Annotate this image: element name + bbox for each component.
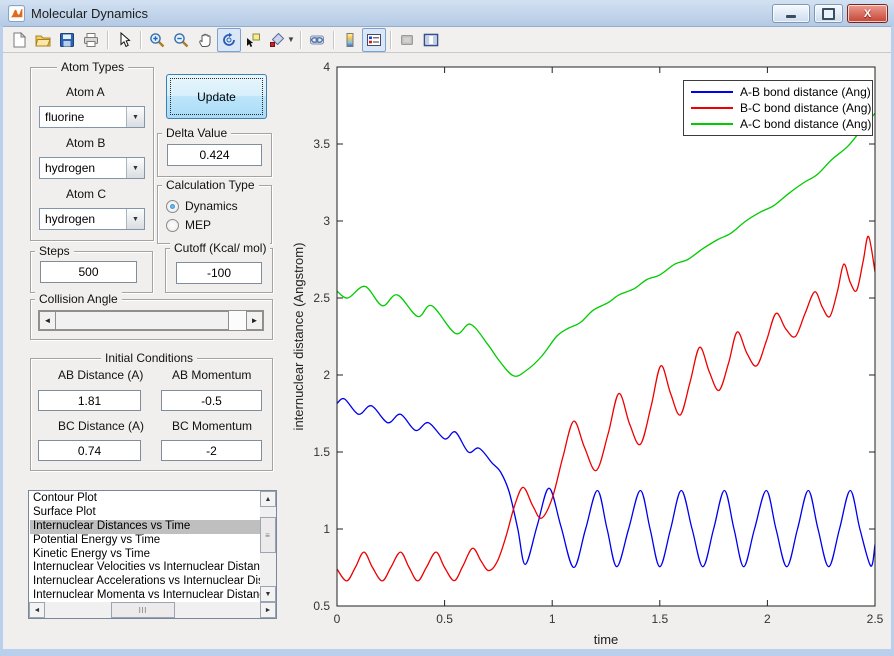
svg-text:2.5: 2.5 [313,291,330,305]
svg-text:2: 2 [323,368,330,382]
legend-entry-ab: A-B bond distance (Ang) [684,84,872,100]
app-window: Molecular Dynamics X ▼ Atom Types Atom A… [0,0,894,656]
svg-text:internuclear distance (Angstro: internuclear distance (Angstrom) [291,243,306,431]
svg-text:2: 2 [764,612,771,626]
plot-legend[interactable]: A-B bond distance (Ang) B-C bond distanc… [683,80,873,136]
legend-line-swatch [691,91,733,93]
svg-text:3: 3 [323,214,330,228]
svg-text:2.5: 2.5 [867,612,884,626]
svg-text:1: 1 [549,612,556,626]
legend-label: A-B bond distance (Ang) [740,85,871,99]
window-border-left [0,26,3,649]
legend-entry-ac: A-C bond distance (Ang) [684,116,872,132]
svg-text:0: 0 [334,612,341,626]
svg-text:1.5: 1.5 [313,445,330,459]
svg-text:1: 1 [323,522,330,536]
svg-text:time: time [594,632,619,647]
svg-text:0.5: 0.5 [313,599,330,613]
svg-text:1.5: 1.5 [651,612,668,626]
svg-text:0.5: 0.5 [436,612,453,626]
window-border-bottom [0,649,894,656]
legend-line-swatch [691,123,733,125]
svg-text:4: 4 [323,60,330,74]
legend-label: B-C bond distance (Ang) [740,101,872,115]
legend-label: A-C bond distance (Ang) [740,117,872,131]
legend-entry-bc: B-C bond distance (Ang) [684,100,872,116]
legend-line-swatch [691,107,733,109]
svg-text:3.5: 3.5 [313,137,330,151]
